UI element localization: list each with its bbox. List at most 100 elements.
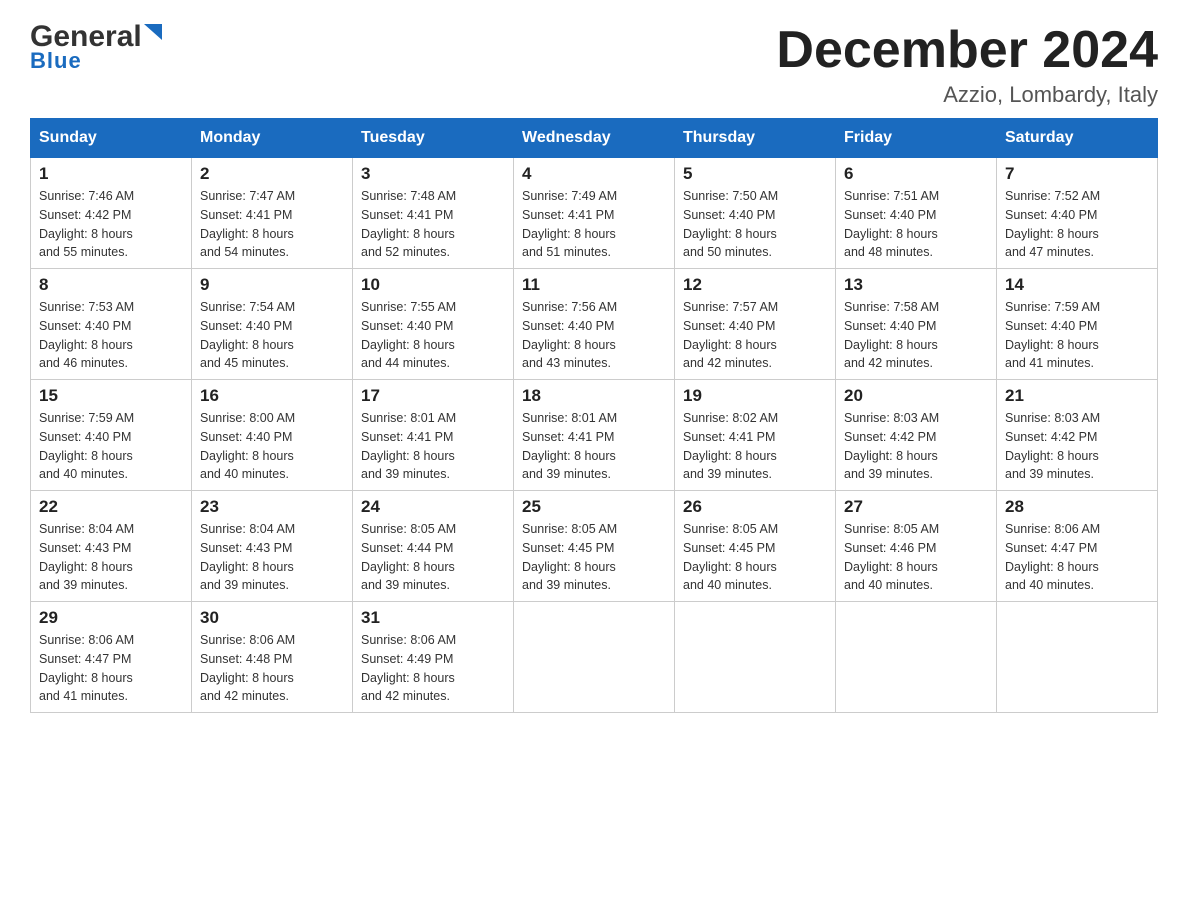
calendar-cell: 10Sunrise: 7:55 AMSunset: 4:40 PMDayligh… xyxy=(353,269,514,380)
day-info: Sunrise: 8:06 AMSunset: 4:48 PMDaylight:… xyxy=(200,631,344,706)
day-number: 29 xyxy=(39,608,183,628)
day-info: Sunrise: 7:51 AMSunset: 4:40 PMDaylight:… xyxy=(844,187,988,262)
day-info: Sunrise: 7:46 AMSunset: 4:42 PMDaylight:… xyxy=(39,187,183,262)
calendar-cell: 29 Sunrise: 8:06 AMSunset: 4:47 PMDayligh… xyxy=(31,602,192,713)
calendar-cell: 15 Sunrise: 7:59 AMSunset: 4:40 PMDayligh… xyxy=(31,380,192,491)
day-number: 9 xyxy=(200,275,344,295)
day-info: Sunrise: 7:53 AMSunset: 4:40 PMDaylight:… xyxy=(39,298,183,373)
calendar-cell xyxy=(997,602,1158,713)
calendar-week-row: 8 Sunrise: 7:53 AMSunset: 4:40 PMDaylight… xyxy=(31,269,1158,380)
calendar-cell: 9 Sunrise: 7:54 AMSunset: 4:40 PMDaylight… xyxy=(192,269,353,380)
day-number: 25 xyxy=(522,497,666,517)
calendar-cell: 11 Sunrise: 7:56 AMSunset: 4:40 PMDayligh… xyxy=(514,269,675,380)
calendar-cell xyxy=(836,602,997,713)
calendar-cell: 23 Sunrise: 8:04 AMSunset: 4:43 PMDayligh… xyxy=(192,491,353,602)
calendar-cell: 14 Sunrise: 7:59 AMSunset: 4:40 PMDayligh… xyxy=(997,269,1158,380)
day-number: 7 xyxy=(1005,164,1149,184)
day-number: 18 xyxy=(522,386,666,406)
day-info: Sunrise: 7:54 AMSunset: 4:40 PMDaylight:… xyxy=(200,298,344,373)
day-number: 10 xyxy=(361,275,505,295)
day-number: 12 xyxy=(683,275,827,295)
calendar-cell: 20 Sunrise: 8:03 AMSunset: 4:42 PMDayligh… xyxy=(836,380,997,491)
day-info: Sunrise: 7:56 AMSunset: 4:40 PMDaylight:… xyxy=(522,298,666,373)
day-info: Sunrise: 8:05 AMSunset: 4:46 PMDaylight:… xyxy=(844,520,988,595)
calendar-cell: 2Sunrise: 7:47 AMSunset: 4:41 PMDaylight… xyxy=(192,158,353,269)
day-number: 16 xyxy=(200,386,344,406)
day-number: 5 xyxy=(683,164,827,184)
calendar-cell: 19 Sunrise: 8:02 AMSunset: 4:41 PMDayligh… xyxy=(675,380,836,491)
day-number: 30 xyxy=(200,608,344,628)
day-info: Sunrise: 8:05 AMSunset: 4:45 PMDaylight:… xyxy=(683,520,827,595)
day-info: Sunrise: 8:01 AMSunset: 4:41 PMDaylight:… xyxy=(361,409,505,484)
day-number: 3 xyxy=(361,164,505,184)
calendar-table: SundayMondayTuesdayWednesdayThursdayFrid… xyxy=(30,118,1158,713)
calendar-cell: 22Sunrise: 8:04 AMSunset: 4:43 PMDayligh… xyxy=(31,491,192,602)
day-number: 26 xyxy=(683,497,827,517)
calendar-cell: 13 Sunrise: 7:58 AMSunset: 4:40 PMDayligh… xyxy=(836,269,997,380)
day-info: Sunrise: 8:06 AMSunset: 4:47 PMDaylight:… xyxy=(39,631,183,706)
day-info: Sunrise: 7:58 AMSunset: 4:40 PMDaylight:… xyxy=(844,298,988,373)
calendar-cell: 21 Sunrise: 8:03 AMSunset: 4:42 PMDayligh… xyxy=(997,380,1158,491)
day-number: 6 xyxy=(844,164,988,184)
day-number: 31 xyxy=(361,608,505,628)
calendar-cell: 31 Sunrise: 8:06 AMSunset: 4:49 PMDayligh… xyxy=(353,602,514,713)
calendar-cell: 7 Sunrise: 7:52 AMSunset: 4:40 PMDaylight… xyxy=(997,158,1158,269)
calendar-week-row: 1Sunrise: 7:46 AMSunset: 4:42 PMDaylight… xyxy=(31,158,1158,269)
title-block: December 2024 Azzio, Lombardy, Italy xyxy=(776,20,1158,108)
day-number: 24 xyxy=(361,497,505,517)
day-info: Sunrise: 8:06 AMSunset: 4:49 PMDaylight:… xyxy=(361,631,505,706)
day-info: Sunrise: 8:06 AMSunset: 4:47 PMDaylight:… xyxy=(1005,520,1149,595)
day-info: Sunrise: 7:57 AMSunset: 4:40 PMDaylight:… xyxy=(683,298,827,373)
logo: General Blue xyxy=(30,20,164,74)
location-title: Azzio, Lombardy, Italy xyxy=(776,82,1158,108)
calendar-cell: 17Sunrise: 8:01 AMSunset: 4:41 PMDayligh… xyxy=(353,380,514,491)
day-info: Sunrise: 8:05 AMSunset: 4:44 PMDaylight:… xyxy=(361,520,505,595)
calendar-cell: 25 Sunrise: 8:05 AMSunset: 4:45 PMDayligh… xyxy=(514,491,675,602)
day-info: Sunrise: 7:52 AMSunset: 4:40 PMDaylight:… xyxy=(1005,187,1149,262)
day-info: Sunrise: 7:59 AMSunset: 4:40 PMDaylight:… xyxy=(39,409,183,484)
day-number: 21 xyxy=(1005,386,1149,406)
day-number: 27 xyxy=(844,497,988,517)
calendar-cell: 5Sunrise: 7:50 AMSunset: 4:40 PMDaylight… xyxy=(675,158,836,269)
calendar-cell: 3Sunrise: 7:48 AMSunset: 4:41 PMDaylight… xyxy=(353,158,514,269)
day-number: 15 xyxy=(39,386,183,406)
calendar-cell xyxy=(675,602,836,713)
calendar-week-row: 15 Sunrise: 7:59 AMSunset: 4:40 PMDayligh… xyxy=(31,380,1158,491)
day-number: 8 xyxy=(39,275,183,295)
calendar-cell: 26 Sunrise: 8:05 AMSunset: 4:45 PMDayligh… xyxy=(675,491,836,602)
day-info: Sunrise: 7:47 AMSunset: 4:41 PMDaylight:… xyxy=(200,187,344,262)
calendar-cell xyxy=(514,602,675,713)
calendar-week-row: 22Sunrise: 8:04 AMSunset: 4:43 PMDayligh… xyxy=(31,491,1158,602)
header-tuesday: Tuesday xyxy=(353,119,514,158)
day-info: Sunrise: 7:49 AMSunset: 4:41 PMDaylight:… xyxy=(522,187,666,262)
month-title: December 2024 xyxy=(776,20,1158,80)
day-info: Sunrise: 8:02 AMSunset: 4:41 PMDaylight:… xyxy=(683,409,827,484)
header-wednesday: Wednesday xyxy=(514,119,675,158)
day-info: Sunrise: 8:04 AMSunset: 4:43 PMDaylight:… xyxy=(200,520,344,595)
calendar-cell: 27 Sunrise: 8:05 AMSunset: 4:46 PMDayligh… xyxy=(836,491,997,602)
calendar-header-row: SundayMondayTuesdayWednesdayThursdayFrid… xyxy=(31,119,1158,158)
header-monday: Monday xyxy=(192,119,353,158)
day-info: Sunrise: 8:01 AMSunset: 4:41 PMDaylight:… xyxy=(522,409,666,484)
day-info: Sunrise: 8:03 AMSunset: 4:42 PMDaylight:… xyxy=(1005,409,1149,484)
day-number: 13 xyxy=(844,275,988,295)
day-number: 20 xyxy=(844,386,988,406)
page-header: General Blue December 2024 Azzio, Lombar… xyxy=(30,20,1158,108)
day-info: Sunrise: 8:04 AMSunset: 4:43 PMDaylight:… xyxy=(39,520,183,595)
day-number: 23 xyxy=(200,497,344,517)
logo-blue-text: Blue xyxy=(30,48,82,74)
calendar-cell: 30 Sunrise: 8:06 AMSunset: 4:48 PMDayligh… xyxy=(192,602,353,713)
calendar-cell: 24 Sunrise: 8:05 AMSunset: 4:44 PMDayligh… xyxy=(353,491,514,602)
day-number: 11 xyxy=(522,275,666,295)
logo-flag-icon xyxy=(142,22,164,49)
day-number: 14 xyxy=(1005,275,1149,295)
day-number: 28 xyxy=(1005,497,1149,517)
day-info: Sunrise: 8:03 AMSunset: 4:42 PMDaylight:… xyxy=(844,409,988,484)
day-number: 19 xyxy=(683,386,827,406)
calendar-cell: 1Sunrise: 7:46 AMSunset: 4:42 PMDaylight… xyxy=(31,158,192,269)
day-info: Sunrise: 8:05 AMSunset: 4:45 PMDaylight:… xyxy=(522,520,666,595)
day-info: Sunrise: 7:59 AMSunset: 4:40 PMDaylight:… xyxy=(1005,298,1149,373)
header-friday: Friday xyxy=(836,119,997,158)
calendar-week-row: 29 Sunrise: 8:06 AMSunset: 4:47 PMDayligh… xyxy=(31,602,1158,713)
calendar-cell: 4Sunrise: 7:49 AMSunset: 4:41 PMDaylight… xyxy=(514,158,675,269)
